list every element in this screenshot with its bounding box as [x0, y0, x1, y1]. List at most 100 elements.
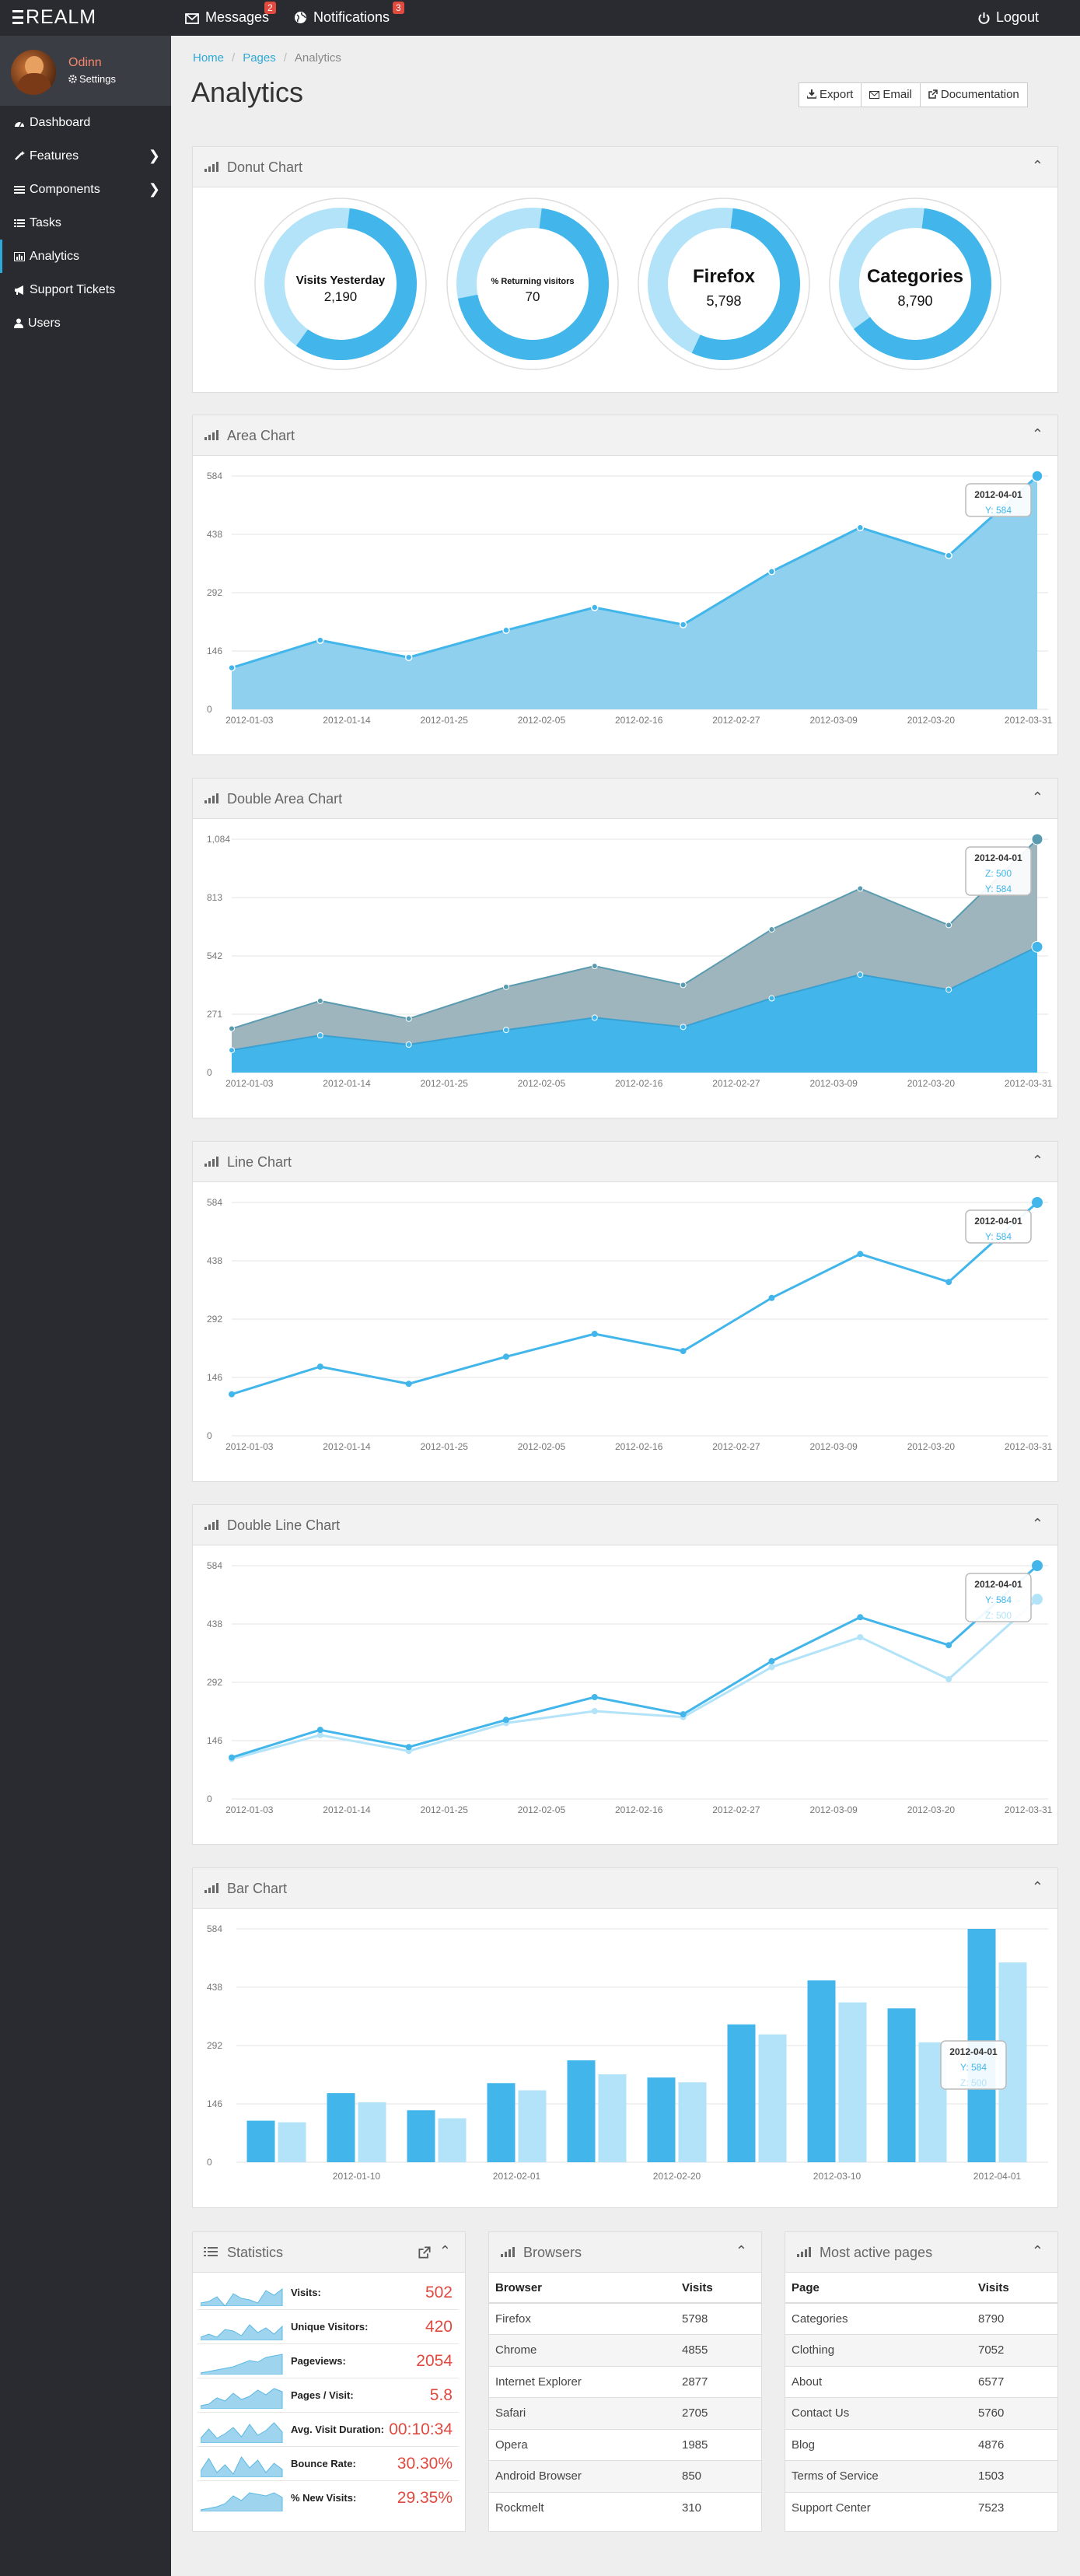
data-point[interactable]	[591, 1331, 598, 1338]
sidebar-item-features[interactable]: Features ❯	[0, 139, 171, 173]
documentation-button[interactable]: Documentation	[919, 83, 1027, 107]
table-row[interactable]: Contact Us 5760	[785, 2397, 1057, 2429]
email-button[interactable]: Email	[861, 83, 920, 107]
data-point[interactable]	[316, 997, 323, 1004]
sidebar-item-components[interactable]: Components ❯	[0, 173, 171, 206]
data-point[interactable]	[680, 1024, 687, 1031]
sidebar-item-dashboard[interactable]: Dashboard	[0, 106, 171, 139]
data-point[interactable]	[316, 1032, 323, 1039]
data-point[interactable]	[229, 1391, 235, 1398]
notifications-link[interactable]: Notifications 3	[294, 2, 404, 26]
sidebar-item-analytics[interactable]: Analytics	[0, 240, 171, 273]
bar[interactable]	[246, 2120, 275, 2162]
data-point[interactable]	[229, 1047, 235, 1054]
chevron-up-icon[interactable]: ⌃	[1032, 2243, 1043, 2259]
data-point[interactable]	[680, 1711, 687, 1718]
data-point[interactable]	[1032, 1560, 1043, 1571]
data-point[interactable]	[502, 1717, 509, 1724]
data-point[interactable]	[945, 1642, 952, 1649]
column-header[interactable]: Visits	[972, 2273, 1057, 2304]
sidebar-item-support-tickets[interactable]: Support Tickets	[0, 273, 171, 306]
data-point[interactable]	[229, 1025, 235, 1032]
chevron-up-icon[interactable]: ⌃	[1032, 158, 1043, 174]
column-header[interactable]: Browser	[489, 2273, 676, 2304]
data-point[interactable]	[767, 568, 776, 576]
bar[interactable]	[727, 2024, 756, 2162]
messages-link[interactable]: Messages 2	[185, 2, 276, 26]
sidebar-item-users[interactable]: Users	[0, 306, 171, 340]
data-point[interactable]	[229, 1754, 235, 1761]
external-link-icon[interactable]	[418, 2246, 431, 2259]
table-row[interactable]: Categories 8790	[785, 2302, 1057, 2335]
data-point[interactable]	[1032, 1594, 1043, 1605]
data-point[interactable]	[768, 1657, 775, 1664]
bar[interactable]	[407, 2110, 435, 2162]
data-point[interactable]	[316, 1363, 323, 1370]
data-point[interactable]	[856, 523, 865, 532]
data-point[interactable]	[502, 1353, 509, 1360]
data-point[interactable]	[316, 1727, 323, 1734]
data-point[interactable]	[1031, 470, 1043, 482]
breadcrumb-home[interactable]: Home	[193, 51, 224, 65]
data-point[interactable]	[591, 604, 599, 611]
brand-logo[interactable]: REALM	[12, 6, 96, 29]
data-point[interactable]	[679, 621, 687, 628]
data-point[interactable]	[404, 653, 413, 661]
data-point[interactable]	[316, 636, 324, 644]
avatar[interactable]	[11, 50, 56, 95]
data-point[interactable]	[680, 982, 687, 989]
table-row[interactable]: Android Browser 850	[489, 2460, 761, 2492]
data-point[interactable]	[768, 995, 775, 1002]
chevron-up-icon[interactable]: ⌃	[1032, 1879, 1043, 1895]
chevron-up-icon[interactable]: ⌃	[1032, 1153, 1043, 1169]
table-row[interactable]: Terms of Service 1503	[785, 2460, 1057, 2492]
chevron-up-icon[interactable]: ⌃	[1032, 426, 1043, 443]
bar[interactable]	[678, 2082, 707, 2162]
data-point[interactable]	[680, 1348, 687, 1355]
bar[interactable]	[327, 2093, 355, 2162]
data-point[interactable]	[768, 926, 775, 933]
table-row[interactable]: Internet Explorer 2877	[489, 2365, 761, 2398]
table-row[interactable]: Rockmelt 310	[489, 2491, 761, 2524]
chevron-up-icon[interactable]: ⌃	[736, 2243, 747, 2259]
chevron-up-icon[interactable]: ⌃	[1032, 1516, 1043, 1532]
data-point[interactable]	[502, 626, 510, 635]
settings-link[interactable]: Settings	[68, 73, 116, 85]
data-point[interactable]	[768, 1294, 775, 1301]
table-row[interactable]: Support Center 7523	[785, 2491, 1057, 2524]
logout-button[interactable]: Logout	[978, 9, 1039, 26]
bar[interactable]	[598, 2074, 627, 2162]
data-point[interactable]	[945, 986, 952, 993]
bar[interactable]	[647, 2077, 676, 2162]
bar[interactable]	[887, 2008, 916, 2162]
data-point[interactable]	[945, 1279, 952, 1286]
data-point[interactable]	[1032, 1197, 1043, 1208]
user-name[interactable]: Odinn	[68, 56, 102, 70]
table-row[interactable]: Clothing 7052	[785, 2334, 1057, 2366]
data-point[interactable]	[1031, 940, 1043, 953]
column-header[interactable]: Page	[785, 2273, 972, 2304]
data-point[interactable]	[502, 983, 509, 990]
data-point[interactable]	[1031, 833, 1043, 845]
bar[interactable]	[278, 2122, 306, 2162]
bar[interactable]	[807, 1980, 836, 2162]
bar[interactable]	[758, 2034, 787, 2162]
data-point[interactable]	[857, 885, 864, 892]
data-point[interactable]	[405, 1015, 412, 1022]
data-point[interactable]	[405, 1744, 412, 1751]
sidebar-item-tasks[interactable]: Tasks	[0, 206, 171, 240]
table-row[interactable]: Safari 2705	[489, 2397, 761, 2429]
data-point[interactable]	[857, 1633, 864, 1640]
data-point[interactable]	[405, 1041, 412, 1048]
data-point[interactable]	[591, 1707, 598, 1714]
data-point[interactable]	[945, 922, 952, 929]
table-row[interactable]: Firefox 5798	[489, 2302, 761, 2335]
bar[interactable]	[487, 2083, 516, 2162]
data-point[interactable]	[857, 1614, 864, 1621]
data-point[interactable]	[945, 551, 952, 559]
bar[interactable]	[438, 2118, 467, 2162]
bar[interactable]	[838, 2002, 867, 2162]
data-point[interactable]	[857, 971, 864, 978]
data-point[interactable]	[591, 963, 598, 970]
table-row[interactable]: Blog 4876	[785, 2428, 1057, 2461]
